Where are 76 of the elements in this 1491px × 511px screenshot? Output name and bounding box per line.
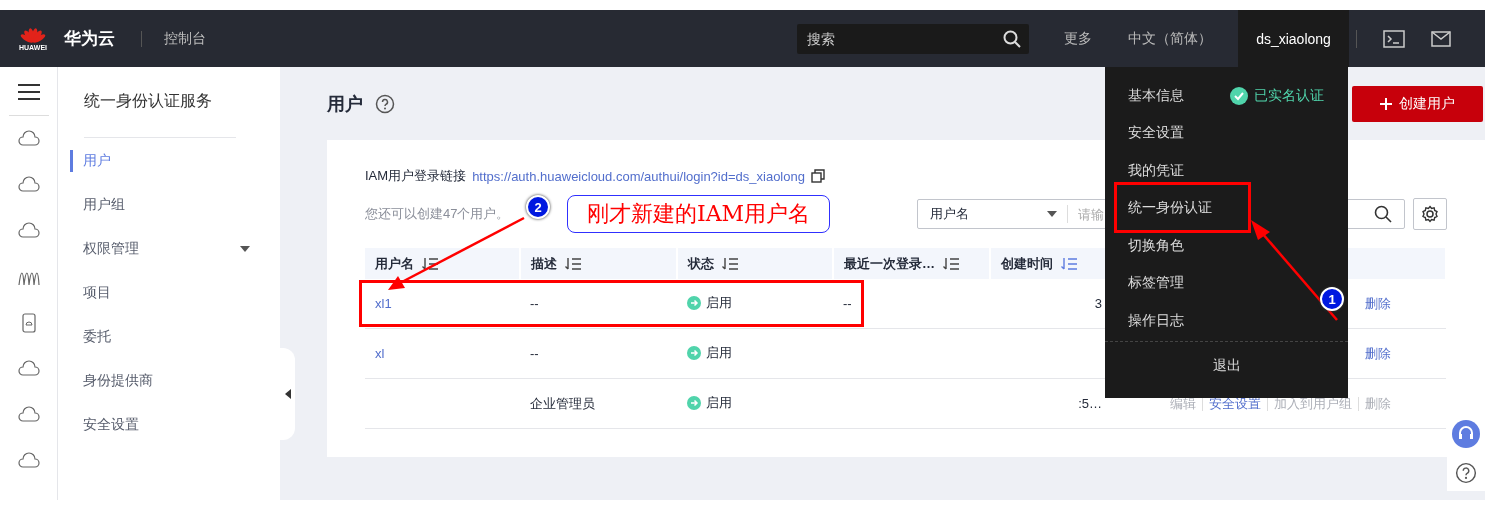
collapse-tab[interactable]	[280, 348, 295, 440]
column-header[interactable]: 状态	[677, 248, 833, 279]
column-header[interactable]: 最近一次登录…	[833, 248, 990, 279]
search-icon[interactable]	[1374, 205, 1392, 223]
caret-icon[interactable]	[284, 389, 291, 399]
sidebar-item[interactable]: 委托	[70, 315, 250, 359]
sort-icon[interactable]	[722, 257, 738, 270]
menu-icon[interactable]	[17, 83, 40, 101]
cloud-icon[interactable]	[17, 129, 40, 149]
action-link[interactable]: 删除	[1365, 344, 1391, 363]
username-link[interactable]: xl	[375, 346, 385, 361]
logout-item[interactable]: 退出	[1105, 356, 1348, 375]
column-header[interactable]: 描述	[520, 248, 677, 279]
quota-note: 您还可以创建47个用户。	[365, 205, 510, 223]
create-user-button[interactable]: 创建用户	[1352, 85, 1483, 122]
menu-item[interactable]: 操作日志	[1128, 311, 1184, 330]
sort-icon[interactable]	[943, 257, 959, 270]
login-link[interactable]: https://auth.huaweicloud.com/authui/login?id=ds_xiaolong	[472, 168, 805, 184]
cloud-icon[interactable]	[17, 175, 40, 195]
settings-button[interactable]	[1413, 198, 1447, 230]
user-menu-tab[interactable]: ds_xiaolong	[1238, 10, 1349, 67]
header-link[interactable]: 更多	[1064, 29, 1092, 48]
sidebar-item[interactable]: 权限管理	[70, 227, 250, 271]
login-link-label: IAM用户登录链接	[365, 167, 467, 185]
caret-icon[interactable]	[1047, 211, 1057, 217]
help-icon[interactable]	[1455, 462, 1477, 484]
copy-icon[interactable]	[810, 169, 825, 183]
sidebar-item[interactable]: 用户组	[70, 183, 250, 227]
table-cell: 3	[1094, 296, 1102, 311]
cloud-icon[interactable]	[17, 405, 40, 425]
terminal-icon[interactable]	[1383, 29, 1405, 48]
menu-item[interactable]: 统一身份认证	[1128, 199, 1212, 218]
mail-icon[interactable]	[1431, 30, 1451, 47]
service-title: 统一身份认证服务	[84, 91, 213, 111]
header-link[interactable]: 中文（简体）	[1128, 29, 1212, 48]
cloud-icon[interactable]	[17, 359, 40, 379]
settings-icon[interactable]	[1421, 205, 1439, 223]
headset-icon[interactable]	[1452, 420, 1480, 448]
sort-icon[interactable]	[565, 257, 581, 270]
column-header[interactable]: 用户名	[365, 248, 520, 279]
action-link[interactable]: 删除	[1365, 294, 1391, 313]
console-link[interactable]: 控制台	[164, 29, 206, 48]
status-icon	[687, 396, 701, 410]
cloud-icon[interactable]	[17, 451, 40, 471]
menu-item[interactable]: 我的凭证	[1128, 161, 1184, 180]
sidebar-item[interactable]: 项目	[70, 271, 250, 315]
search-icon[interactable]	[1003, 29, 1021, 48]
menu-item[interactable]: 基本信息	[1128, 86, 1184, 105]
check-icon	[1230, 86, 1248, 105]
status-icon	[687, 346, 701, 360]
verified-label: 已实名认证	[1254, 86, 1324, 105]
plus-icon	[1380, 97, 1392, 110]
table-cell: --	[530, 296, 539, 311]
status-icon	[687, 296, 701, 310]
callout-note: 刚才新建的IAM用户名	[567, 195, 830, 233]
caret-icon[interactable]	[240, 246, 250, 252]
table-cell: 企业管理员	[530, 395, 595, 411]
sidebar-item[interactable]: 安全设置	[70, 403, 250, 447]
sort-icon[interactable]	[422, 257, 438, 270]
status-text: 启用	[706, 394, 732, 412]
sidebar-item[interactable]: 用户	[70, 150, 250, 172]
search-field[interactable]: 搜索	[797, 23, 1029, 54]
table-cell: --	[843, 296, 852, 311]
flower-logo-icon	[20, 26, 46, 43]
cloud-icon[interactable]	[17, 221, 40, 241]
status-text: 启用	[706, 294, 732, 312]
brand-name[interactable]: 华为云	[64, 27, 115, 50]
help-icon[interactable]	[375, 93, 395, 114]
menu-item[interactable]: 安全设置	[1128, 124, 1184, 143]
action-link[interactable]: 安全设置	[1209, 394, 1261, 413]
table-cell: --	[530, 346, 539, 361]
table-cell: :5…	[1078, 396, 1102, 411]
status-text: 启用	[706, 344, 732, 362]
sidebar-item[interactable]: 身份提供商	[70, 359, 250, 403]
page-title: 用户	[327, 92, 363, 116]
username-link[interactable]: xl1	[375, 296, 392, 311]
